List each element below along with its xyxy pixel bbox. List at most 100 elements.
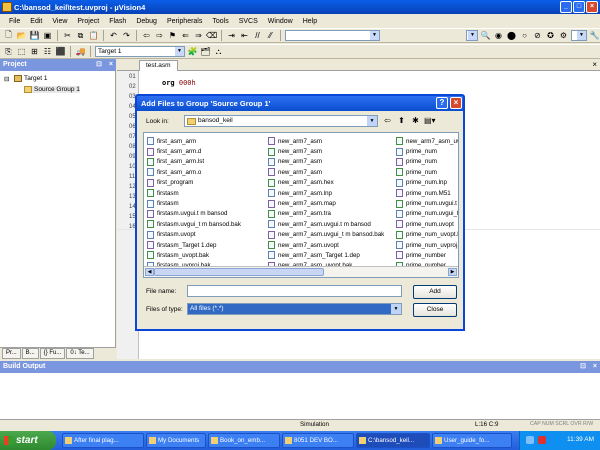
target-select[interactable]: Target 1 ▼	[95, 46, 185, 57]
window-layout-combo[interactable]: ▼	[571, 30, 587, 41]
clear-bookmarks-icon[interactable]: ⌫	[206, 30, 217, 41]
open-folder-icon[interactable]: 📂	[16, 30, 27, 41]
file-item[interactable]: prime_number	[396, 250, 458, 260]
file-item[interactable]: new_arm7_asm.tra	[268, 209, 384, 219]
tab-books[interactable]: B...	[21, 348, 39, 359]
dialog-close-button[interactable]: ×	[450, 97, 462, 109]
debug-start-icon[interactable]: ◉	[493, 30, 504, 41]
close-icon[interactable]: ×	[592, 60, 597, 69]
file-item[interactable]: prime_num.lnp	[396, 178, 458, 188]
maximize-button[interactable]: □	[573, 1, 585, 13]
view-menu-icon[interactable]: ▤▾	[424, 115, 436, 126]
file-item[interactable]: new_arm7_asm.hex	[268, 178, 384, 188]
menu-project[interactable]: Project	[72, 18, 104, 25]
breakpoint-icon[interactable]: ○	[519, 30, 530, 41]
taskbar-item[interactable]: My Documents	[146, 433, 206, 448]
chevron-down-icon[interactable]: ▼	[367, 116, 377, 126]
taskbar-item-active[interactable]: C:\bansod_keil...	[356, 433, 430, 448]
file-item[interactable]: firstasm	[147, 198, 241, 208]
files-of-type-select[interactable]: All files (*.*) ▼	[187, 303, 402, 315]
next-bookmark-icon[interactable]: ⇒	[193, 30, 204, 41]
kill-breakpoints-icon[interactable]: ✪	[545, 30, 556, 41]
file-item[interactable]: prime_num.M51	[396, 188, 458, 198]
scroll-thumb[interactable]	[154, 268, 324, 276]
menu-svcs[interactable]: SVCS	[234, 18, 263, 25]
tab-templates[interactable]: 0↓ Te...	[66, 348, 94, 359]
pin-icon[interactable]: ⊡	[96, 59, 102, 71]
dialog-help-button[interactable]: ?	[436, 97, 448, 109]
stop-icon[interactable]: ⬤	[506, 30, 517, 41]
close-button[interactable]: Close	[413, 303, 457, 317]
chevron-down-icon[interactable]: ▼	[175, 47, 184, 56]
build-icon[interactable]: ⬚	[16, 46, 27, 57]
tools-icon[interactable]: 🔧	[589, 30, 600, 41]
file-item[interactable]: prime_num.uvopt	[396, 219, 458, 229]
file-item[interactable]: firstasm.uvgui_t m bansod.bak	[147, 219, 241, 229]
bookmark-icon[interactable]: ⚑	[167, 30, 178, 41]
chevron-down-icon[interactable]: ▼	[391, 304, 401, 314]
rebuild-icon[interactable]: ⊞	[29, 46, 40, 57]
file-item[interactable]: new_arm7_asm.map	[268, 198, 384, 208]
menu-view[interactable]: View	[47, 18, 72, 25]
build-output-body[interactable]	[0, 373, 600, 420]
file-item[interactable]: new_arm7_asm.uvgui_t m bansod.bak	[268, 230, 384, 240]
file-item[interactable]: prime_num.uvgui.t	[396, 198, 458, 208]
save-icon[interactable]: 💾	[29, 30, 40, 41]
file-item[interactable]: new_arm7_asm_Target 1.dep	[268, 250, 384, 260]
tree-item-source-group[interactable]: Source Group 1	[24, 86, 80, 94]
configure-icon[interactable]: ⚙	[558, 30, 569, 41]
tree-item-target[interactable]: Target 1	[14, 75, 48, 82]
file-item[interactable]: prime_num.uvgui_t	[396, 209, 458, 219]
copy-icon[interactable]: ⧉	[75, 30, 86, 41]
file-item[interactable]: first_asm_arm	[147, 136, 241, 146]
network-icon[interactable]	[526, 436, 534, 444]
code-line[interactable]: org 000h	[162, 79, 196, 87]
file-item[interactable]: firstasm.uvopt	[147, 230, 241, 240]
comment-icon[interactable]: //	[252, 30, 263, 41]
chevron-down-icon[interactable]: ▼	[468, 31, 477, 40]
tab-test-asm[interactable]: test.asm	[139, 60, 178, 71]
file-item[interactable]: first_asm_arm.d	[147, 146, 241, 156]
file-item[interactable]: prime_num	[396, 146, 458, 156]
file-item[interactable]: first_asm_arm.lst	[147, 157, 241, 167]
file-item[interactable]: new_arm7_asm	[268, 136, 384, 146]
file-item[interactable]: new_arm7_asm.uvgui.t m bansod	[268, 219, 384, 229]
file-item[interactable]: prime_num	[396, 157, 458, 167]
file-item[interactable]: prime_num_uvopt.b	[396, 230, 458, 240]
tree-collapse-icon[interactable]: ⊟	[4, 75, 9, 83]
close-window-button[interactable]: ×	[586, 1, 598, 13]
taskbar-item[interactable]: Book_on_emb...	[208, 433, 280, 448]
cut-icon[interactable]: ✂	[62, 30, 73, 41]
file-item[interactable]: firstasm	[147, 188, 241, 198]
taskbar-item[interactable]: 8051 DEV BO...	[282, 433, 354, 448]
manage-components-icon[interactable]: ⛬	[213, 46, 224, 57]
file-item[interactable]: first_asm_arm.o	[147, 167, 241, 177]
menu-file[interactable]: File	[4, 18, 25, 25]
new-file-icon[interactable]: 🗋	[3, 30, 14, 41]
target-options-icon[interactable]: 🧩	[187, 46, 198, 57]
file-item[interactable]: new_arm7_asm	[268, 167, 384, 177]
scroll-left-icon[interactable]: ◀	[145, 268, 154, 276]
file-item[interactable]: new_arm7_asm_uv	[396, 136, 458, 146]
file-item[interactable]: prime_num	[396, 167, 458, 177]
file-item[interactable]: first_program	[147, 178, 241, 188]
prev-bookmark-icon[interactable]: ⇐	[180, 30, 191, 41]
start-button[interactable]: start	[0, 431, 56, 450]
menu-edit[interactable]: Edit	[25, 18, 47, 25]
stop-build-icon[interactable]: ⬛	[55, 46, 66, 57]
clock[interactable]: 11:39 AM	[567, 436, 594, 443]
taskbar-item[interactable]: User_guide_fo...	[432, 433, 512, 448]
file-extensions-icon[interactable]: 🗂	[200, 46, 211, 57]
batch-build-icon[interactable]: ☷	[42, 46, 53, 57]
find-combo[interactable]: ▼	[285, 30, 380, 41]
chevron-down-icon[interactable]: ▼	[370, 31, 379, 40]
up-folder-icon[interactable]: ⬆	[396, 115, 407, 126]
nav-forward-icon[interactable]: ⇨	[154, 30, 165, 41]
menu-tools[interactable]: Tools	[207, 18, 233, 25]
close-icon[interactable]: ×	[593, 361, 597, 373]
tab-project[interactable]: Pr...	[2, 348, 21, 359]
menu-window[interactable]: Window	[263, 18, 298, 25]
file-item[interactable]: new_arm7_asm	[268, 157, 384, 167]
file-item[interactable]: firstasm_Target 1.dep	[147, 240, 241, 250]
translate-icon[interactable]: ⎘	[3, 46, 14, 57]
